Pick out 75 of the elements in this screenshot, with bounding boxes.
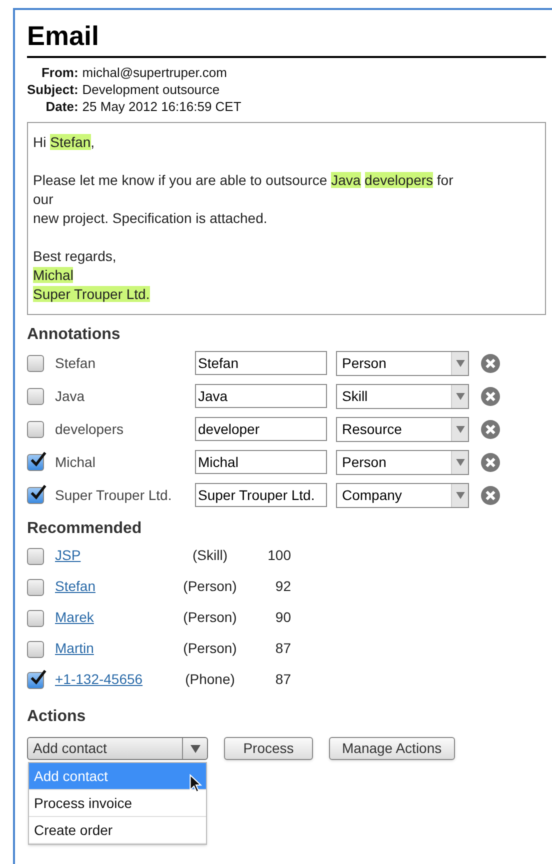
annotation-label: Michal — [55, 452, 96, 472]
checkbox[interactable] — [27, 640, 44, 658]
recommended-type: (Person) — [183, 578, 237, 594]
remove-icon[interactable] — [481, 420, 500, 438]
section-heading: Recommended — [27, 519, 143, 539]
action-button[interactable]: Process — [224, 737, 313, 760]
dropdown-option[interactable]: Process invoice — [29, 790, 206, 817]
email-text-line: Hi Stefan, — [33, 134, 94, 150]
action-select[interactable]: Add contact — [27, 737, 208, 760]
header-value: michal@supertruper.com — [82, 64, 228, 81]
email-text-line: new project. Specification is attached. — [33, 210, 268, 226]
annotation-label: Super Trouper Ltd. — [55, 486, 173, 505]
recommended-link[interactable]: JSP — [55, 547, 81, 563]
recommended-type: (Person) — [183, 609, 237, 625]
caret-icon — [456, 458, 464, 466]
annotation-label: Java — [55, 386, 86, 406]
recommended-type: (Person) — [183, 640, 237, 656]
email-text-line: our — [33, 191, 54, 207]
annotation-input[interactable]: Java — [195, 384, 327, 408]
annotation-input[interactable]: Super Trouper Ltd. — [195, 483, 327, 507]
annotation-input[interactable]: Stefan — [195, 351, 327, 375]
checkbox[interactable] — [27, 672, 44, 688]
remove-icon[interactable] — [481, 486, 500, 504]
caret-icon — [190, 744, 200, 752]
checkbox[interactable] — [27, 548, 44, 564]
dropdown-option[interactable]: Create order — [29, 817, 206, 844]
caret-icon — [456, 492, 464, 498]
section-heading: Annotations — [27, 325, 122, 345]
header-value: Development outsource — [82, 81, 221, 98]
email-text-line: Best regards, — [33, 248, 116, 264]
type-select[interactable]: Company — [336, 482, 469, 508]
page-title: Email — [27, 20, 100, 52]
header-label: Date: — [44, 98, 78, 115]
caret-icon — [456, 426, 464, 432]
checkmark-icon — [29, 482, 47, 500]
remove-icon[interactable] — [481, 354, 500, 372]
checkbox[interactable] — [27, 354, 44, 372]
recommended-score: 92 — [275, 578, 291, 594]
checkbox[interactable] — [27, 420, 44, 438]
checkbox[interactable] — [27, 454, 44, 470]
email-text-line: Please let me know if you are able to outsource Java developers for — [33, 172, 454, 188]
caret-icon — [456, 392, 464, 400]
checkbox[interactable] — [27, 486, 44, 504]
mouse-cursor-icon — [189, 774, 202, 793]
type-select[interactable]: Resource — [336, 416, 469, 442]
caret-icon — [456, 360, 464, 366]
header-value: 25 May 2012 16:16:59 CET — [82, 98, 242, 115]
annotation-input[interactable]: developer — [195, 417, 327, 441]
header-label: From: — [40, 64, 78, 81]
section-heading: Actions — [27, 707, 87, 727]
checkmark-icon — [29, 668, 47, 686]
annotation-input[interactable]: Michal — [195, 450, 327, 474]
type-select[interactable]: Person — [336, 350, 469, 376]
type-select[interactable]: Skill — [336, 384, 469, 408]
type-select[interactable]: Person — [336, 450, 469, 474]
recommended-link[interactable]: Marek — [55, 609, 94, 625]
recommended-score: 87 — [275, 671, 291, 687]
recommended-link[interactable]: +1-132-45656 — [55, 671, 143, 687]
recommended-type: (Phone) — [185, 671, 235, 687]
remove-icon[interactable] — [481, 452, 500, 472]
recommended-type: (Skill) — [192, 547, 228, 563]
checkbox[interactable] — [27, 388, 44, 404]
checkbox[interactable] — [27, 610, 44, 626]
recommended-score: 87 — [275, 640, 291, 656]
checkbox[interactable] — [27, 578, 44, 596]
annotation-label: Stefan — [55, 354, 96, 372]
recommended-link[interactable]: Martin — [55, 640, 94, 656]
annotation-label: developers — [55, 420, 124, 439]
header-label: Subject: — [27, 81, 78, 98]
remove-icon[interactable] — [481, 386, 500, 406]
recommended-link[interactable]: Stefan — [55, 578, 96, 594]
recommended-score: 90 — [275, 609, 291, 625]
checkmark-icon — [29, 450, 47, 468]
recommended-score: 100 — [268, 547, 291, 563]
action-button[interactable]: Manage Actions — [329, 737, 455, 760]
